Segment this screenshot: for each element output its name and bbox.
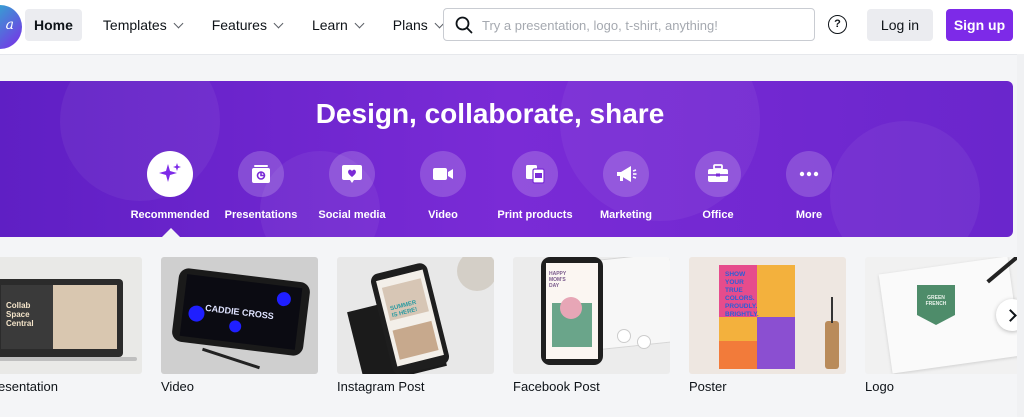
template-thumbnail: CADDIE CROSS xyxy=(161,257,318,374)
category-label: More xyxy=(795,209,823,221)
template-card-logo[interactable]: GREEN FRENCH Logo xyxy=(865,257,1022,394)
chevron-down-icon xyxy=(354,18,365,28)
chevron-right-icon xyxy=(1004,308,1017,322)
template-label: Instagram Post xyxy=(337,379,425,394)
template-thumbnail: SHOW YOUR TRUE COLORS. PROUDLY. BRIGHTLY… xyxy=(689,257,846,374)
thumb-text: Space xyxy=(6,310,30,319)
print-products-icon xyxy=(526,165,545,184)
heart-bubble-icon xyxy=(342,165,362,183)
template-thumbnail: SUMMER IS HERE! xyxy=(337,257,494,374)
category-icon-wrap xyxy=(329,151,375,197)
template-card-instagram-post[interactable]: SUMMER IS HERE! Instagram Post xyxy=(337,257,494,394)
category-icon-wrap xyxy=(147,151,193,197)
template-label: Poster xyxy=(689,379,727,394)
search-bar xyxy=(443,8,815,42)
nav-learn[interactable]: Learn xyxy=(303,9,372,41)
presentation-icon xyxy=(252,165,270,183)
nav-templates[interactable]: Templates xyxy=(94,9,191,41)
category-icon-wrap xyxy=(512,151,558,197)
video-camera-icon xyxy=(433,168,453,180)
login-button[interactable]: Log in xyxy=(867,9,933,41)
thumb-text: BRIGHTLY. xyxy=(725,311,759,318)
chevron-down-icon xyxy=(273,18,284,28)
template-thumbnail: Collab Space Central xyxy=(0,257,142,374)
category-icon-wrap xyxy=(238,151,284,197)
template-card-presentation[interactable]: Collab Space Central Presentation xyxy=(0,257,142,394)
template-card-video[interactable]: CADDIE CROSS Video xyxy=(161,257,318,394)
thumb-text: YOUR xyxy=(725,279,744,286)
chevron-down-icon xyxy=(173,18,184,28)
selected-category-pointer xyxy=(162,228,180,237)
sparkle-icon xyxy=(159,163,181,182)
nav-plans-label: Plans xyxy=(392,17,428,33)
nav-plans[interactable]: Plans xyxy=(384,9,452,41)
hero-title: Design, collaborate, share xyxy=(315,98,665,129)
nav-learn-label: Learn xyxy=(311,17,348,33)
main-nav: Home Templates Features Learn Plans xyxy=(25,9,464,41)
category-more[interactable]: More xyxy=(749,151,869,221)
template-label: Video xyxy=(161,379,195,394)
search-input[interactable] xyxy=(480,9,809,42)
template-label: Facebook Post xyxy=(513,379,600,394)
category-icon-wrap xyxy=(786,151,832,197)
help-icon[interactable]: ? xyxy=(828,15,847,34)
category-icon-wrap xyxy=(420,151,466,197)
thumb-text: Collab xyxy=(6,301,31,310)
thumb-text: Central xyxy=(6,319,34,328)
megaphone-icon xyxy=(617,166,637,182)
template-thumbnail: HAPPY MOM'S DAY xyxy=(513,257,670,374)
thumb-text: PROUDLY. xyxy=(725,303,758,310)
category-icon-wrap xyxy=(695,151,741,197)
template-label: Presentation xyxy=(0,379,58,394)
category-icon-wrap xyxy=(603,151,649,197)
briefcase-icon xyxy=(708,164,728,182)
more-dots-icon xyxy=(799,171,819,177)
template-card-facebook-post[interactable]: HAPPY MOM'S DAY Facebook Post xyxy=(513,257,670,394)
template-label: Logo xyxy=(865,379,894,394)
nav-home[interactable]: Home xyxy=(25,9,82,41)
hero-banner: Design, collaborate, share Recommended P… xyxy=(0,81,1013,237)
nav-features[interactable]: Features xyxy=(203,9,291,41)
thumb-text: SHOW xyxy=(725,271,746,278)
top-header: a Home Templates Features Learn Plans ? … xyxy=(0,0,1024,55)
page-scrollbar[interactable] xyxy=(1017,54,1024,417)
thumb-text: FRENCH xyxy=(925,301,947,307)
nav-home-label: Home xyxy=(34,17,73,33)
signup-button[interactable]: Sign up xyxy=(946,9,1013,41)
search-icon xyxy=(455,16,473,34)
thumb-text: TRUE xyxy=(725,287,743,294)
nav-features-label: Features xyxy=(211,17,267,33)
canva-logo[interactable]: a xyxy=(0,5,22,49)
thumb-text: DAY xyxy=(549,283,560,289)
nav-templates-label: Templates xyxy=(102,17,167,33)
thumb-text: COLORS. xyxy=(725,295,755,302)
template-card-poster[interactable]: SHOW YOUR TRUE COLORS. PROUDLY. BRIGHTLY… xyxy=(689,257,846,394)
